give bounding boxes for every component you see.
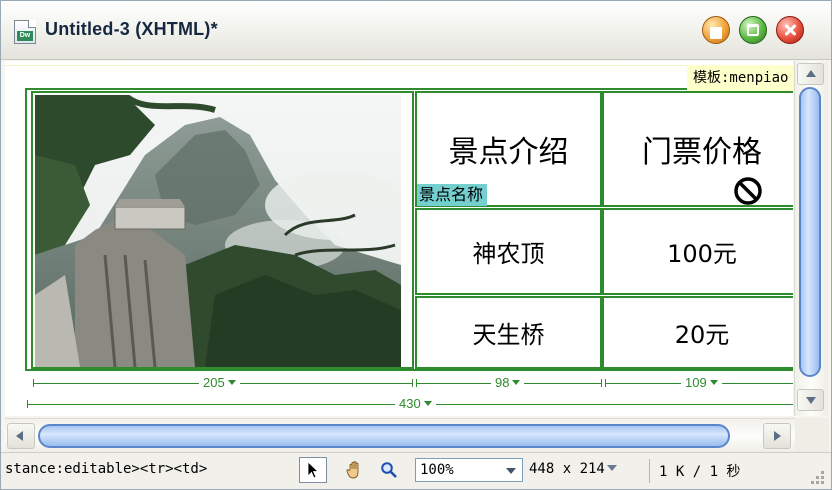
header-cell-ticket-price[interactable]: 门票价格 <box>602 91 793 207</box>
hand-icon <box>346 461 359 479</box>
chevron-down-icon <box>506 468 516 474</box>
title-bar[interactable]: Dw Untitled-3 (XHTML)* <box>1 1 831 60</box>
scenic-name-2: 天生桥 <box>472 321 545 349</box>
table-width-guides: 205 98 109 430 <box>5 371 793 416</box>
scenic-photo[interactable] <box>35 95 401 367</box>
hand-tool-button[interactable] <box>341 457 369 483</box>
magnifier-icon <box>381 462 397 478</box>
download-size-time: 1 K / 1 秒 <box>659 464 741 480</box>
table-width-total[interactable]: 430 <box>395 397 436 411</box>
template-name-badge: 模板:menpiao <box>687 65 793 91</box>
horizontal-scroll-thumb[interactable] <box>38 424 730 448</box>
close-icon <box>784 24 796 36</box>
cell-name-row1[interactable]: 神农顶 <box>415 208 602 295</box>
scroll-right-button[interactable] <box>763 423 791 449</box>
zoom-tool-button[interactable] <box>375 457 403 483</box>
zoom-value: 100% <box>420 462 454 478</box>
scroll-left-button[interactable] <box>7 423 35 449</box>
cell-price-row1[interactable]: 100元 <box>602 208 793 295</box>
document-window: Dw Untitled-3 (XHTML)* 景点介绍 门票价格 景点名称 神农… <box>0 0 832 490</box>
cell-price-row2[interactable]: 20元 <box>602 296 793 369</box>
column-width-2[interactable]: 98 <box>491 376 525 390</box>
status-divider <box>649 459 650 483</box>
horizontal-scrollbar[interactable] <box>5 418 795 453</box>
editable-region-tag[interactable]: 景点名称 <box>417 184 488 206</box>
chevron-down-icon <box>227 380 236 385</box>
resize-grip-icon[interactable] <box>807 467 827 487</box>
chevron-down-icon <box>709 380 718 385</box>
close-button[interactable] <box>776 16 804 44</box>
arrow-pointer-icon <box>307 461 320 479</box>
window-title: Untitled-3 (XHTML)* <box>45 19 218 39</box>
column-width-3[interactable]: 109 <box>681 376 722 390</box>
status-bar: stance:editable><tr><td> 100% 448 x 214 … <box>1 452 831 489</box>
chevron-down-icon <box>512 380 521 385</box>
not-allowed-cursor-icon <box>732 175 764 207</box>
template-boundary <box>5 65 793 66</box>
ticket-price-1: 100元 <box>667 240 737 268</box>
minimize-button[interactable] <box>702 16 730 44</box>
cell-name-row2[interactable]: 天生桥 <box>415 296 602 369</box>
chevron-down-icon <box>606 465 617 471</box>
scenic-name-1: 神农顶 <box>472 240 545 268</box>
chevron-down-icon <box>423 401 432 406</box>
scroll-up-button[interactable] <box>797 63 824 85</box>
ticket-price-2: 20元 <box>674 321 730 349</box>
window-size-value: 448 x 214 <box>529 461 605 477</box>
vertical-scrollbar[interactable] <box>794 61 828 416</box>
header-scenic-intro: 景点介绍 <box>448 135 569 170</box>
header-ticket-price: 门票价格 <box>642 135 762 170</box>
column-width-1[interactable]: 205 <box>199 376 240 390</box>
dreamweaver-document-icon: Dw <box>14 20 36 44</box>
zoom-select[interactable]: 100% <box>415 458 523 482</box>
select-tool-button[interactable] <box>299 457 327 483</box>
mountain-photo-image <box>35 95 401 367</box>
vertical-scroll-thumb[interactable] <box>799 87 821 377</box>
scrollbar-corner <box>795 418 829 452</box>
minimize-icon <box>710 27 722 39</box>
design-view[interactable]: 景点介绍 门票价格 景点名称 神农顶 100元 天生桥 20元 205 98 1… <box>5 61 793 416</box>
window-size-menu[interactable]: 448 x 214 <box>529 461 617 477</box>
maximize-icon <box>747 24 759 36</box>
maximize-button[interactable] <box>739 16 767 44</box>
tag-selector[interactable]: stance:editable><tr><td> <box>5 461 207 477</box>
scroll-down-button[interactable] <box>797 389 824 411</box>
